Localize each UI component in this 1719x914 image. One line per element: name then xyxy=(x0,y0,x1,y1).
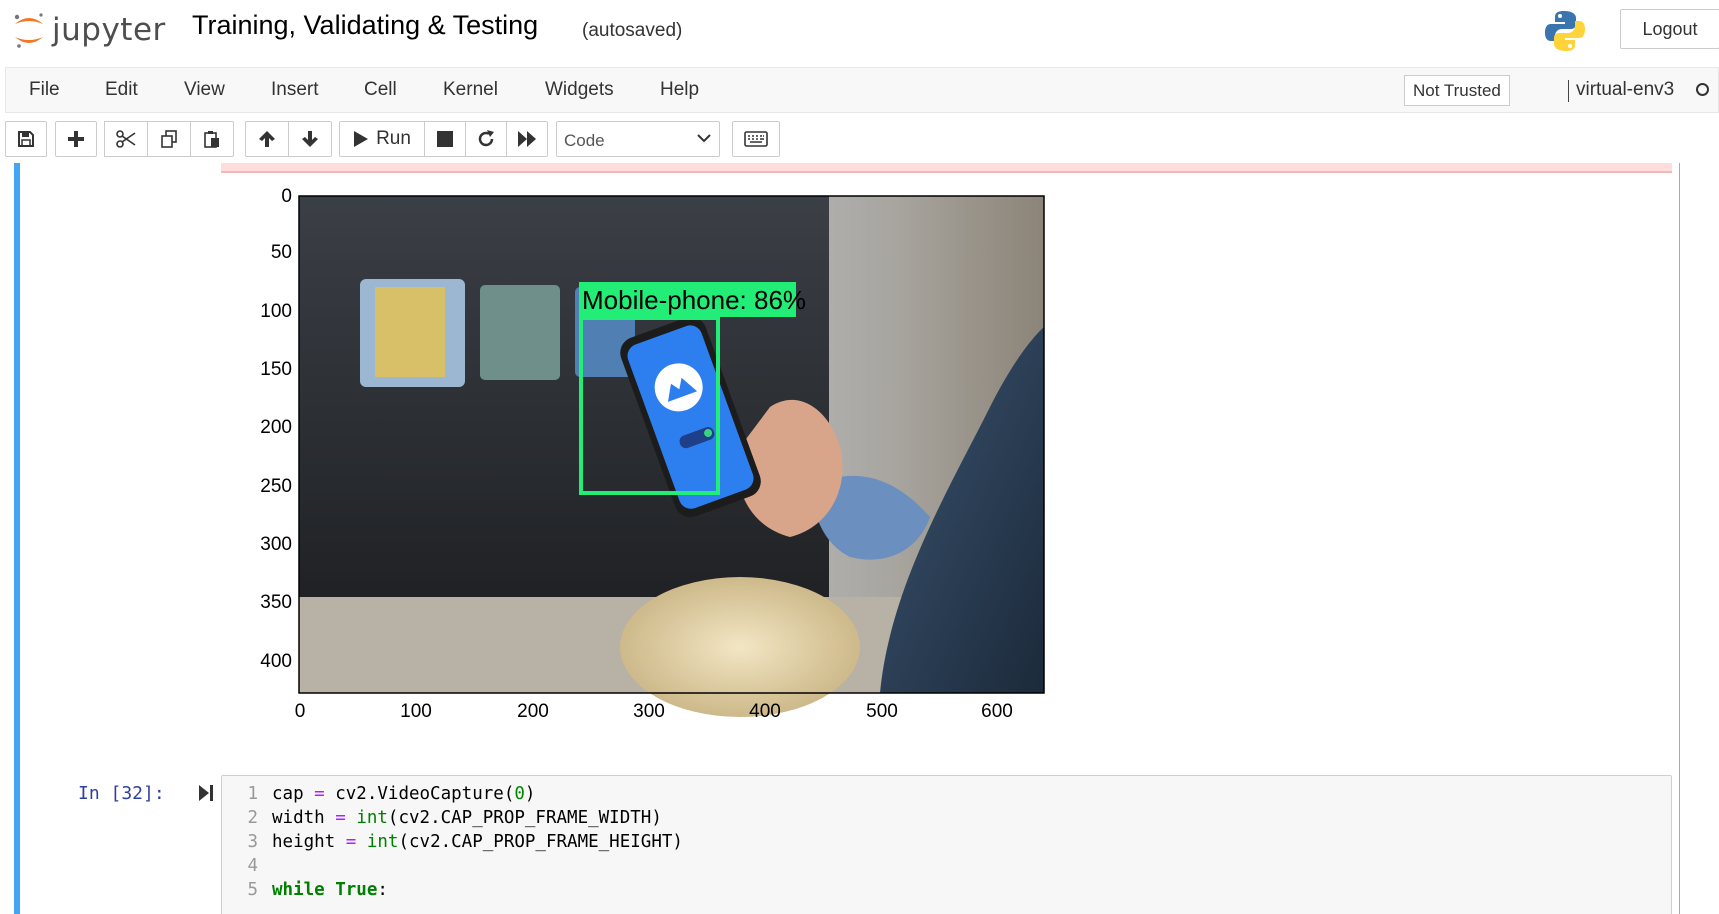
jupyter-logo-icon xyxy=(14,13,43,48)
y-tick-label: 200 xyxy=(260,417,292,438)
menu-widgets[interactable]: Widgets xyxy=(545,79,614,101)
cell-type-value: Code xyxy=(564,131,605,150)
y-tick-label: 50 xyxy=(270,242,292,263)
line-number: 4 xyxy=(247,856,258,876)
run-label: Run xyxy=(376,128,411,149)
keyboard-icon xyxy=(744,131,768,147)
interrupt-button[interactable] xyxy=(424,121,466,157)
code-text: while True: xyxy=(272,880,388,900)
y-tick-label: 300 xyxy=(260,534,292,555)
copy-button[interactable] xyxy=(147,121,191,157)
toolbar: Run Code xyxy=(0,117,1719,163)
x-tick-label: 300 xyxy=(633,701,665,722)
menu-view[interactable]: View xyxy=(184,79,225,101)
x-tick-label: 600 xyxy=(981,701,1013,722)
kernel-divider xyxy=(1568,80,1569,102)
x-tick-label: 500 xyxy=(866,701,898,722)
menu-edit[interactable]: Edit xyxy=(105,79,138,101)
x-tick-label: 0 xyxy=(294,701,306,722)
chevron-down-icon xyxy=(697,134,711,143)
code-line: 3 height = int(cv2.CAP_PROP_FRAME_HEIGHT) xyxy=(222,832,683,856)
menu-insert[interactable]: Insert xyxy=(271,79,319,101)
y-tick-label: 150 xyxy=(260,359,292,380)
move-up-button[interactable] xyxy=(245,121,289,157)
x-tick-label: 400 xyxy=(749,701,781,722)
scissors-icon xyxy=(116,130,136,148)
y-tick-label: 100 xyxy=(260,301,292,322)
fast-forward-icon xyxy=(518,131,536,147)
cell-type-select[interactable]: Code xyxy=(556,121,720,157)
restart-icon xyxy=(478,130,494,147)
insert-cell-button[interactable] xyxy=(55,121,97,157)
python-logo-icon xyxy=(1545,11,1585,51)
arrow-up-icon xyxy=(259,131,275,147)
kernel-idle-indicator xyxy=(1696,83,1709,96)
code-text: cap = cv2.VideoCapture(0) xyxy=(272,784,536,804)
code-line: 1 cap = cv2.VideoCapture(0) xyxy=(222,784,535,808)
move-down-button[interactable] xyxy=(288,121,332,157)
detection-label: Mobile-phone: 86% xyxy=(582,285,806,315)
detection-image: Mobile-phone: 86% xyxy=(298,195,1045,717)
play-icon xyxy=(354,131,369,147)
save-button[interactable] xyxy=(5,121,47,157)
paste-icon xyxy=(204,131,219,148)
notebook-container[interactable]: Mobile-phone: 86% 0 50 100 150 200 250 3… xyxy=(0,163,1719,914)
line-number: 1 xyxy=(247,784,258,804)
line-number: 5 xyxy=(247,880,258,900)
menu-cell[interactable]: Cell xyxy=(364,79,397,101)
trust-status-button[interactable]: Not Trusted xyxy=(1404,75,1510,106)
y-tick-label: 250 xyxy=(260,476,292,497)
restart-run-all-button[interactable] xyxy=(506,121,548,157)
y-tick-label: 400 xyxy=(260,651,292,672)
run-button[interactable]: Run xyxy=(339,121,425,157)
menu-file[interactable]: File xyxy=(29,79,60,101)
stop-icon xyxy=(437,131,453,147)
cut-button[interactable] xyxy=(104,121,148,157)
autosave-status: (autosaved) xyxy=(582,20,683,41)
logout-button[interactable]: Logout xyxy=(1620,9,1719,49)
notebook-title[interactable]: Training, Validating & Testing xyxy=(192,10,538,41)
code-line: 4 xyxy=(222,856,272,880)
kernel-name[interactable]: virtual-env3 xyxy=(1576,79,1674,101)
restart-button[interactable] xyxy=(465,121,507,157)
paste-button[interactable] xyxy=(190,121,234,157)
line-number: 2 xyxy=(247,808,258,828)
jupyter-logo[interactable]: jupyter xyxy=(12,8,166,52)
command-palette-button[interactable] xyxy=(732,121,780,157)
header: jupyter Training, Validating & Testing (… xyxy=(0,0,1719,62)
y-tick-label: 0 xyxy=(281,186,292,207)
code-text: height = int(cv2.CAP_PROP_FRAME_HEIGHT) xyxy=(272,832,683,852)
copy-icon xyxy=(161,130,177,148)
code-line: 2 width = int(cv2.CAP_PROP_FRAME_WIDTH) xyxy=(222,808,662,832)
arrow-down-icon xyxy=(302,131,318,147)
run-cell-icon[interactable] xyxy=(198,783,214,803)
jupyter-wordmark: jupyter xyxy=(52,12,166,48)
input-prompt: In [32]: xyxy=(78,783,165,804)
x-tick-label: 100 xyxy=(400,701,432,722)
menubar: File Edit View Insert Cell Kernel Widget… xyxy=(5,67,1719,113)
save-icon xyxy=(18,131,34,147)
x-tick-label: 200 xyxy=(517,701,549,722)
code-text: width = int(cv2.CAP_PROP_FRAME_WIDTH) xyxy=(272,808,662,828)
code-line: 5 while True: xyxy=(222,880,388,904)
stderr-output-strip xyxy=(221,163,1672,173)
y-tick-label: 350 xyxy=(260,592,292,613)
code-editor[interactable]: 1 cap = cv2.VideoCapture(0) 2 width = int(… xyxy=(221,775,1672,914)
menu-kernel[interactable]: Kernel xyxy=(443,79,498,101)
line-number: 3 xyxy=(247,832,258,852)
plus-icon xyxy=(68,131,84,147)
menu-help[interactable]: Help xyxy=(660,79,699,101)
